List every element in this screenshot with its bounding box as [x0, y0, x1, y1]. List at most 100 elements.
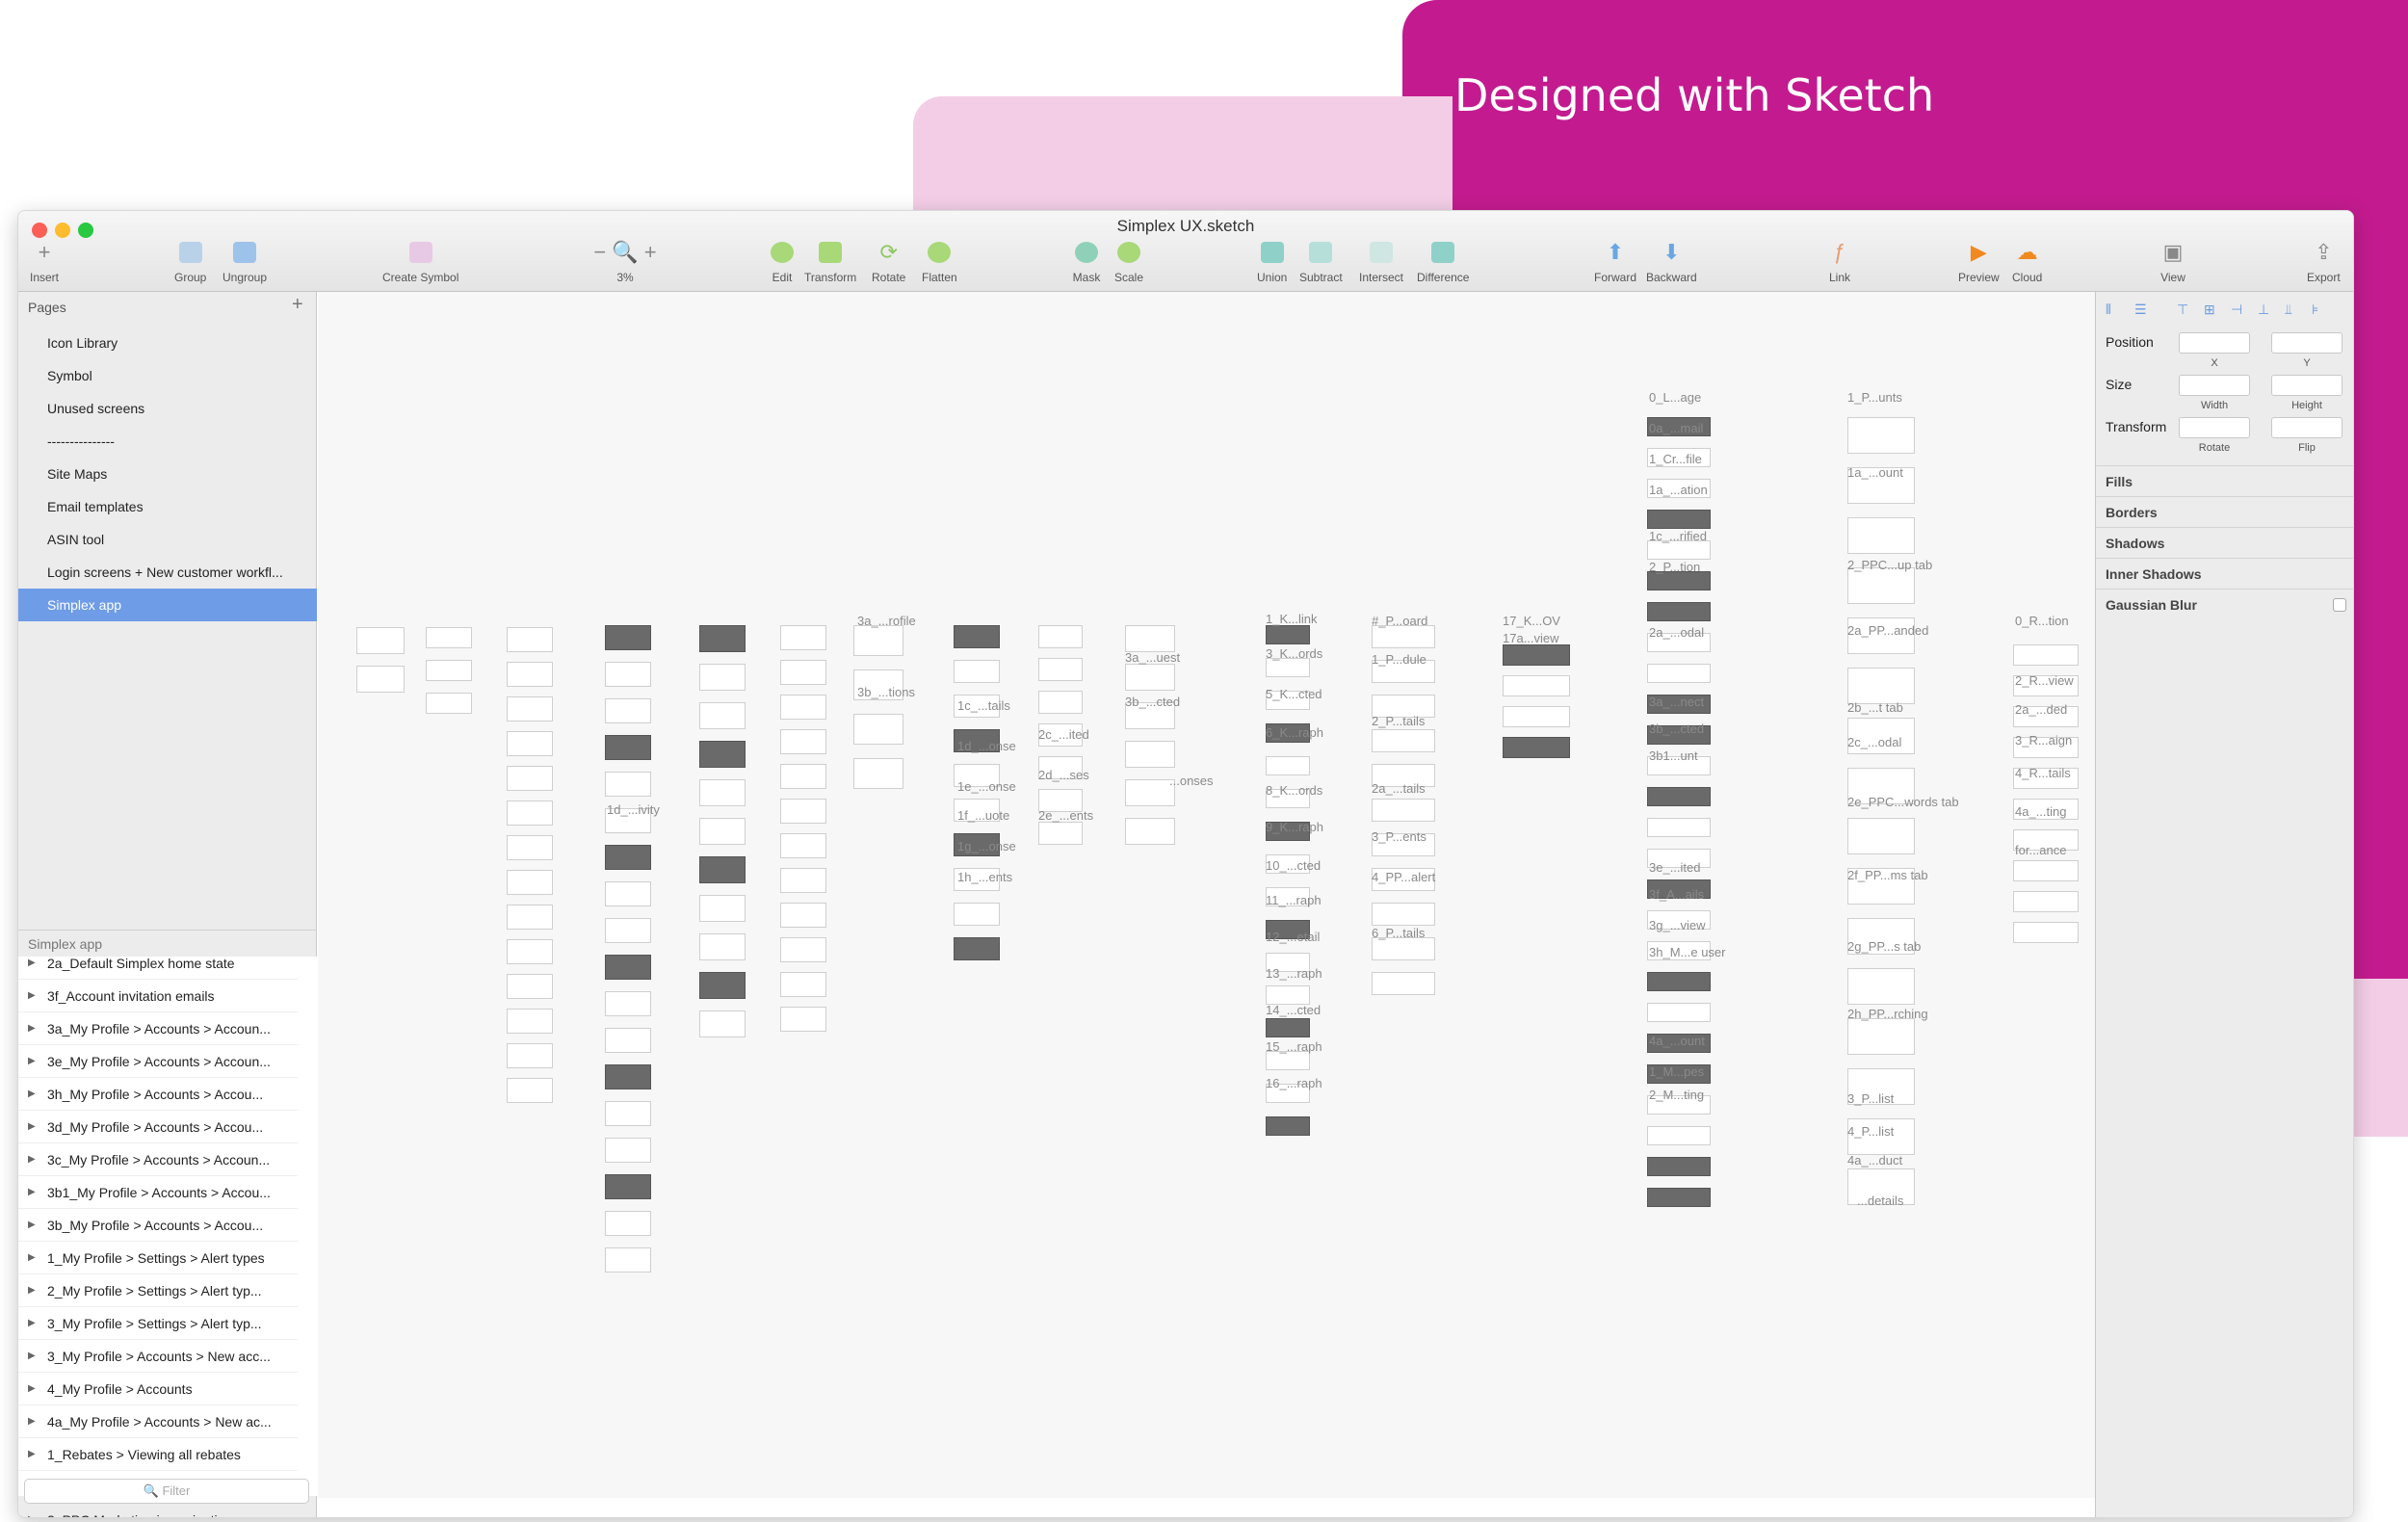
artboard[interactable]	[780, 729, 826, 754]
disclosure-triangle-icon[interactable]: ▶	[28, 1143, 36, 1175]
align-right-icon[interactable]: ⊣	[2231, 302, 2246, 317]
artboard[interactable]	[507, 627, 553, 652]
artboard-label[interactable]: 13_...raph	[1266, 966, 1322, 981]
canvas[interactable]: 3a_...rofile 3b_...tions 1c_...tails 1d_...…	[318, 292, 2095, 1498]
page-item[interactable]: Site Maps	[18, 458, 317, 490]
artboard[interactable]	[1372, 799, 1435, 822]
view-button[interactable]: ▣ View	[2159, 238, 2187, 284]
artboard-label[interactable]: 3f_A...ails	[1649, 887, 1704, 902]
artboard[interactable]	[1372, 625, 1435, 648]
artboard[interactable]	[780, 660, 826, 685]
artboard[interactable]	[2013, 644, 2079, 666]
filter-input[interactable]: 🔍 Filter	[24, 1479, 309, 1504]
artboard-label[interactable]: 2g_PP...s tab	[1847, 939, 1921, 954]
artboard[interactable]	[1647, 571, 1711, 590]
artboard-label[interactable]: 2c_...odal	[1847, 735, 1901, 749]
align-middle-icon[interactable]: ⊥	[2258, 302, 2273, 317]
artboard[interactable]	[1266, 985, 1310, 1005]
align-baseline-icon[interactable]: ⊧	[2312, 302, 2327, 317]
rotate-field[interactable]	[2179, 417, 2250, 438]
artboard-label[interactable]: 2_R...view	[2015, 673, 2074, 688]
layer-item[interactable]: ▶ 4a_My Profile > Accounts > New ac...	[18, 1405, 298, 1438]
artboard[interactable]	[605, 1174, 651, 1199]
align-top-icon[interactable]: ⊤	[2177, 302, 2192, 317]
disclosure-triangle-icon[interactable]: ▶	[28, 1111, 36, 1142]
artboard[interactable]	[605, 735, 651, 760]
artboard[interactable]	[780, 937, 826, 962]
page-item[interactable]: Symbol	[18, 359, 317, 392]
artboard-label[interactable]: 2b_...t tab	[1847, 700, 1903, 715]
layer-item[interactable]: ▶ 2_My Profile > Settings > Alert typ...	[18, 1274, 298, 1307]
artboard[interactable]	[426, 627, 472, 648]
group-button[interactable]: Group	[174, 238, 206, 284]
artboard[interactable]	[1125, 664, 1175, 691]
artboard-label[interactable]: 0a_...mail	[1649, 421, 1703, 435]
artboard[interactable]	[426, 693, 472, 714]
artboard[interactable]	[1038, 625, 1083, 648]
ungroup-button[interactable]: Ungroup	[222, 238, 267, 284]
artboard[interactable]	[780, 833, 826, 858]
artboard[interactable]	[1038, 691, 1083, 714]
artboard[interactable]	[780, 868, 826, 893]
artboard[interactable]	[1125, 818, 1175, 845]
artboard-label[interactable]: 2_P...tails	[1372, 714, 1425, 728]
forward-button[interactable]: ⬆ Forward	[1594, 238, 1636, 284]
artboard[interactable]	[507, 696, 553, 722]
artboard[interactable]	[605, 845, 651, 870]
artboard[interactable]	[1372, 729, 1435, 752]
artboard[interactable]	[699, 702, 746, 729]
layer-item[interactable]: ▶ 3b1_My Profile > Accounts > Accou...	[18, 1176, 298, 1209]
artboard[interactable]	[699, 1010, 746, 1037]
shadows-section[interactable]: Shadows	[2096, 527, 2353, 558]
artboard-label[interactable]: 1e_...onse	[957, 779, 1016, 794]
artboard-label[interactable]: 2a_...tails	[1372, 781, 1426, 796]
artboard[interactable]	[1647, 602, 1711, 621]
artboard[interactable]	[1847, 517, 1915, 554]
backward-button[interactable]: ⬇ Backward	[1646, 238, 1697, 284]
link-button[interactable]: ƒ Link	[1825, 238, 1854, 284]
artboard[interactable]	[1125, 741, 1175, 768]
artboard[interactable]	[605, 625, 651, 650]
artboard-label[interactable]: 1_Cr...file	[1649, 452, 1702, 466]
difference-button[interactable]: Difference	[1417, 238, 1469, 284]
artboard[interactable]	[1847, 567, 1915, 604]
artboard[interactable]	[1503, 706, 1570, 727]
artboard[interactable]	[1647, 787, 1711, 806]
artboard[interactable]	[605, 1211, 651, 1236]
layer-item[interactable]: ▶ 3_My Profile > Accounts > New acc...	[18, 1340, 298, 1373]
page-item[interactable]: Simplex app	[18, 589, 317, 621]
artboard[interactable]	[1266, 658, 1310, 677]
artboard-label[interactable]: 2c_...ited	[1038, 727, 1089, 742]
artboard-label[interactable]: 4_P...list	[1847, 1124, 1894, 1139]
artboard[interactable]	[699, 895, 746, 922]
artboard[interactable]	[507, 800, 553, 826]
artboard-label[interactable]: 2a_PP...anded	[1847, 623, 1928, 638]
artboard[interactable]	[1266, 1051, 1310, 1070]
artboard-label[interactable]: 12_...etail	[1266, 930, 1320, 944]
artboard[interactable]	[1372, 903, 1435, 926]
borders-section[interactable]: Borders	[2096, 496, 2353, 527]
artboard-label[interactable]: ...details	[1857, 1194, 1903, 1208]
artboard[interactable]	[1266, 1116, 1310, 1136]
artboard[interactable]	[605, 662, 651, 687]
gaussian-blur-checkbox[interactable]	[2333, 598, 2346, 612]
layer-item[interactable]: ▶ 2_PPC Marketing in navigation	[18, 1504, 298, 1517]
artboard-label[interactable]: 3b_...cted	[1649, 722, 1704, 736]
layer-item[interactable]: ▶ 3_My Profile > Settings > Alert typ...	[18, 1307, 298, 1340]
artboard-label[interactable]: 1h_...ents	[957, 870, 1012, 884]
artboard-label[interactable]: 2h_PP...rching	[1847, 1007, 1928, 1021]
artboard-label[interactable]: 8_K...ords	[1266, 783, 1322, 798]
disclosure-triangle-icon[interactable]: ▶	[28, 1209, 36, 1241]
artboard-label[interactable]: 16_...raph	[1266, 1076, 1322, 1090]
width-field[interactable]	[2179, 375, 2250, 396]
artboard-label[interactable]: 2_M...ting	[1649, 1088, 1704, 1102]
artboard-label[interactable]: 0_L...age	[1649, 390, 1701, 405]
artboard-label[interactable]: 3_K...ords	[1266, 646, 1322, 661]
artboard[interactable]	[699, 664, 746, 691]
layer-item[interactable]: ▶ 3d_My Profile > Accounts > Accou...	[18, 1111, 298, 1143]
disclosure-triangle-icon[interactable]: ▶	[28, 1242, 36, 1273]
artboard-label[interactable]: 5_K...cted	[1266, 687, 1322, 701]
position-x-field[interactable]	[2179, 332, 2250, 354]
artboard[interactable]	[954, 937, 1000, 960]
artboard-label[interactable]: 10_...cted	[1266, 858, 1321, 873]
